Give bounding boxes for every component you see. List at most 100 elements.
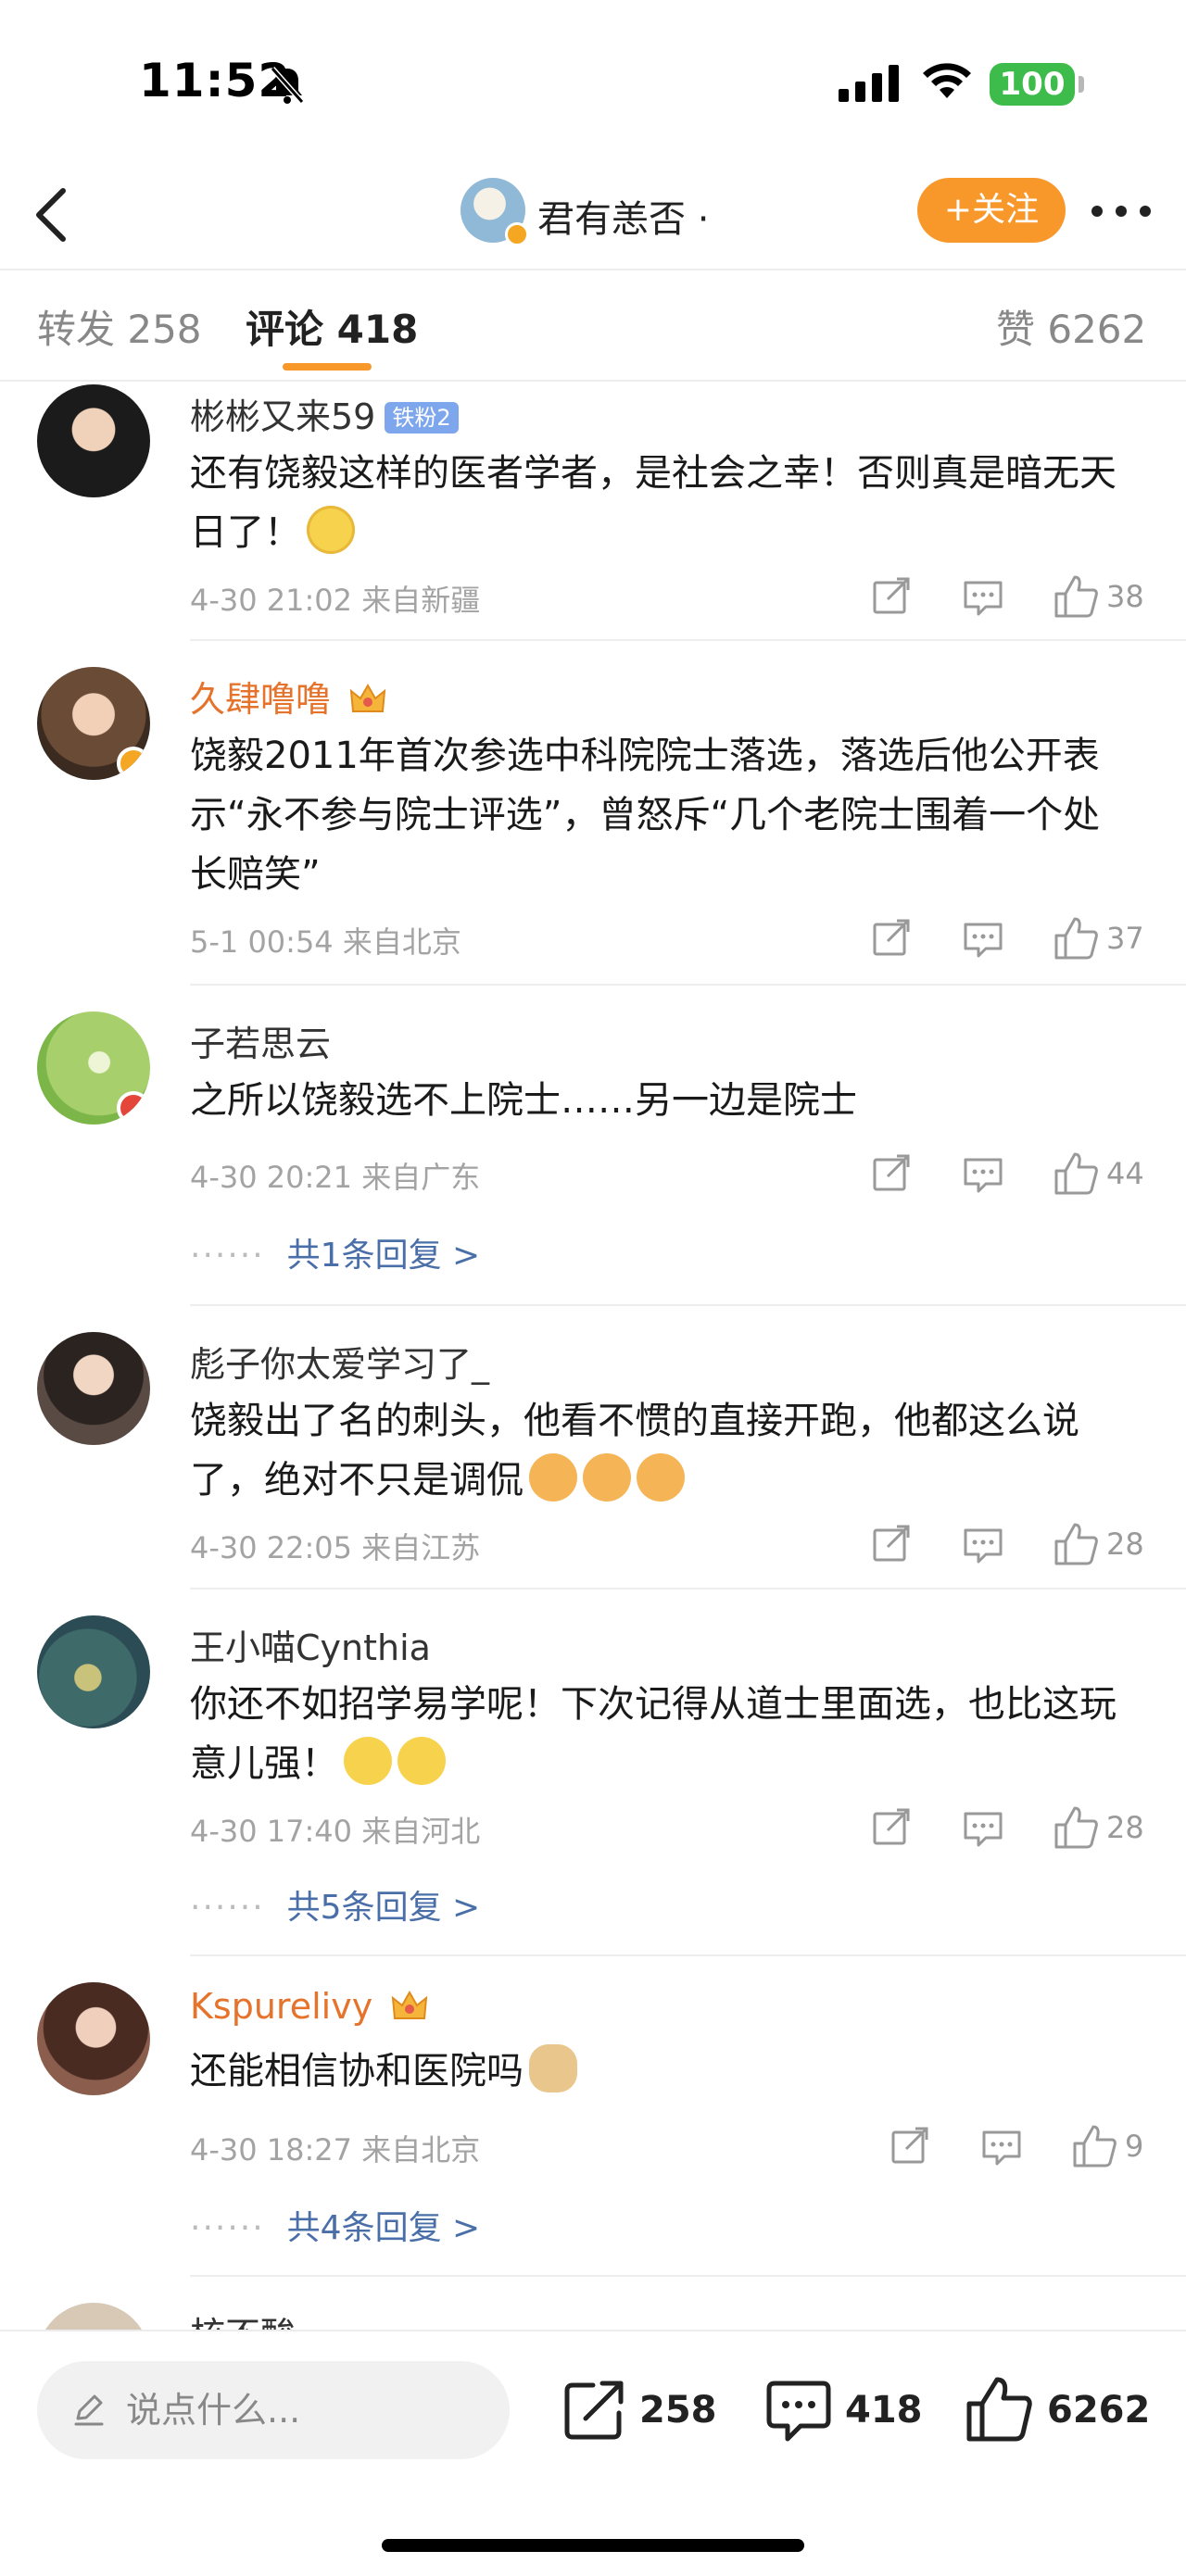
- comment-icon[interactable]: [980, 2123, 1023, 2169]
- like-icon[interactable]: [1071, 2123, 1117, 2169]
- more-icon[interactable]: [1084, 185, 1158, 237]
- emoji-icon: [307, 506, 355, 554]
- nav-divider: [0, 269, 1186, 270]
- avatar[interactable]: [37, 384, 150, 497]
- back-icon[interactable]: [26, 182, 82, 246]
- emoji-icon: [637, 1453, 685, 1502]
- comment-username[interactable]: 王小喵Cynthia: [190, 1619, 431, 1670]
- like-icon[interactable]: [1053, 915, 1099, 961]
- tab-reposts[interactable]: 转发 258: [37, 298, 202, 355]
- battery-cap: [1079, 76, 1084, 93]
- comment-meta: 4-30 18:27 来自北京: [190, 2132, 481, 2168]
- comment-input-box[interactable]: [37, 2361, 510, 2459]
- avatar[interactable]: [37, 1012, 150, 1125]
- view-replies-link[interactable]: ······ 共1条回复 >: [190, 1228, 480, 1276]
- comment-actions: 44: [871, 1150, 1149, 1197]
- comment-icon: [766, 2381, 831, 2442]
- avatar[interactable]: [37, 1982, 150, 2095]
- status-bar: 11:52 100: [0, 0, 1186, 157]
- comment-divider: [190, 1588, 1186, 1590]
- comment-meta: 4-30 20:21 来自广东: [190, 1160, 481, 1195]
- author-avatar[interactable]: [461, 178, 529, 246]
- comment-text-content: 还能相信协和医院吗: [190, 2050, 524, 2092]
- battery-indicator: 100: [990, 63, 1075, 106]
- view-replies-link[interactable]: ······ 共4条回复 >: [190, 2201, 480, 2249]
- emoji-icon: [397, 1737, 446, 1785]
- repost-button[interactable]: 258: [560, 2369, 726, 2452]
- comment-divider: [190, 2275, 1186, 2277]
- avatar[interactable]: [37, 1615, 150, 1728]
- share-icon[interactable]: [890, 2123, 930, 2169]
- avatar[interactable]: [37, 2303, 150, 2330]
- comment-divider: [190, 984, 1186, 986]
- emoji-icon: [529, 1453, 577, 1502]
- comment-icon[interactable]: [962, 1521, 1004, 1567]
- wifi-icon: [923, 63, 971, 98]
- comment-username[interactable]: 久肆噜噜: [190, 671, 386, 722]
- comment-username[interactable]: 彬彬又来59 铁粉2: [190, 388, 459, 439]
- bottom-action-bar: 258 418 6262: [0, 2330, 1186, 2576]
- author-name[interactable]: 君有恙否 ·: [537, 189, 709, 243]
- comment-username[interactable]: Kspurelivy: [190, 1986, 428, 2027]
- comment-input[interactable]: [126, 2383, 478, 2437]
- tab-likes[interactable]: 赞 6262: [996, 298, 1146, 355]
- comment-actions: 38: [871, 573, 1149, 620]
- comment-meta: 4-30 22:05 来自江苏: [190, 1530, 481, 1565]
- comment-text-content: 你还不如招学易学呢！下次记得从道士里面选，也比这玩意儿强！: [190, 1683, 1117, 1785]
- tab-comments[interactable]: 评论 418: [246, 298, 418, 355]
- comment-button[interactable]: 418: [763, 2369, 930, 2452]
- share-icon[interactable]: [871, 1804, 912, 1851]
- replies-label[interactable]: 共1条回复 >: [287, 1237, 481, 1275]
- comment-icon[interactable]: [962, 1804, 1004, 1851]
- username-text[interactable]: 久肆噜噜: [190, 679, 331, 720]
- like-icon[interactable]: [1053, 1521, 1099, 1567]
- replies-label[interactable]: 共4条回复 >: [287, 2209, 481, 2247]
- comment-icon[interactable]: [962, 573, 1004, 620]
- comment-divider: [190, 639, 1186, 641]
- like-count: 38: [1106, 579, 1144, 614]
- home-indicator[interactable]: [382, 2539, 804, 2552]
- active-tab-indicator: [283, 363, 372, 371]
- like-count: 28: [1106, 1527, 1144, 1562]
- like-icon[interactable]: [1053, 1150, 1099, 1197]
- like-icon[interactable]: [1053, 573, 1099, 620]
- username-text[interactable]: Kspurelivy: [190, 1986, 372, 2027]
- like-icon: [966, 2377, 1032, 2442]
- doge-emoji-icon: [529, 2044, 577, 2092]
- avatar[interactable]: [37, 667, 150, 780]
- comment-meta: 4-30 17:40 来自河北: [190, 1814, 481, 1849]
- like-count: 6262: [1047, 2389, 1151, 2431]
- share-icon[interactable]: [871, 1150, 912, 1197]
- emoji-icon: [344, 1737, 392, 1785]
- comment-text: 还能相信协和医院吗: [190, 2042, 1135, 2101]
- signal-icon: [839, 65, 899, 102]
- top-nav: 君有恙否 · +关注: [0, 157, 1186, 269]
- comment-item: 核不酸: [0, 2303, 1186, 2330]
- follow-button[interactable]: +关注: [917, 178, 1066, 243]
- emoji-icon: [583, 1453, 631, 1502]
- comment-username[interactable]: 彪子你太爱学习了_: [190, 1336, 489, 1387]
- replies-dots: ······: [190, 2209, 265, 2247]
- comment-text: 饶毅出了名的刺头，他看不惯的直接开跑，他都这么说了，绝对不只是调侃: [190, 1391, 1135, 1510]
- comment-text: 饶毅2011年首次参选中科院院士落选，落选后他公开表示“永不参与院士评选”，曾怒…: [190, 735, 1101, 896]
- like-button[interactable]: 6262: [964, 2369, 1167, 2452]
- username-text[interactable]: 彬彬又来59: [190, 396, 375, 437]
- like-icon[interactable]: [1053, 1804, 1099, 1851]
- like-count: 9: [1125, 2129, 1144, 2164]
- comment-icon[interactable]: [962, 1150, 1004, 1197]
- comment-icon[interactable]: [962, 915, 1004, 961]
- avatar[interactable]: [37, 1332, 150, 1445]
- like-count: 44: [1106, 1156, 1144, 1191]
- view-replies-link[interactable]: ······ 共5条回复 >: [190, 1880, 480, 1929]
- comment-count: 418: [845, 2389, 923, 2431]
- share-icon[interactable]: [871, 573, 912, 620]
- replies-label[interactable]: 共5条回复 >: [287, 1889, 481, 1927]
- comment-meta: 5-1 00:54 来自北京: [190, 924, 461, 960]
- share-icon[interactable]: [871, 915, 912, 961]
- comment-text: 你还不如招学易学呢！下次记得从道士里面选，也比这玩意儿强！: [190, 1675, 1135, 1793]
- comment-divider: [190, 1954, 1186, 1956]
- share-icon[interactable]: [871, 1521, 912, 1567]
- comment-username[interactable]: 核不酸: [190, 2306, 296, 2330]
- comment-username[interactable]: 子若思云: [190, 1015, 331, 1066]
- comment-text-content: 饶毅出了名的刺头，他看不惯的直接开跑，他都这么说了，绝对不只是调侃: [190, 1400, 1079, 1502]
